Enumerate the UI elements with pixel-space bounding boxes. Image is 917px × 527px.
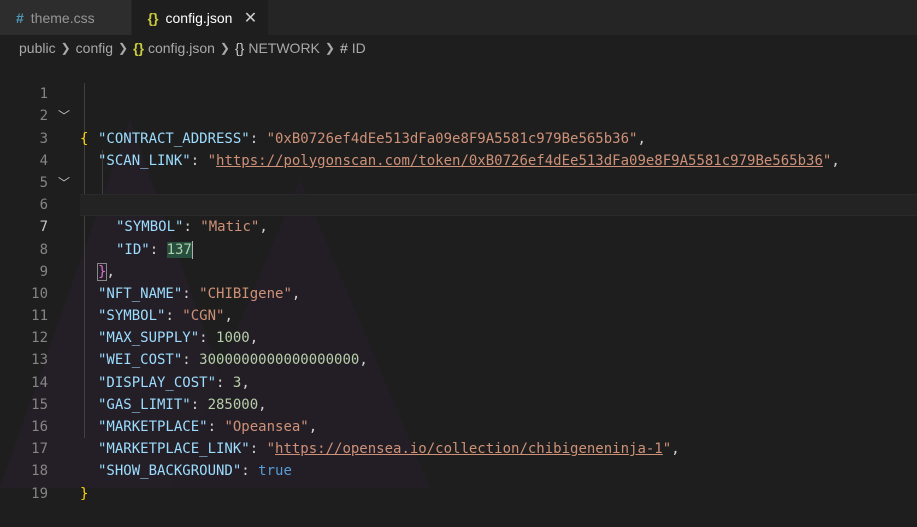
tab-bar: # theme.css {} config.json ✕ [0, 0, 917, 35]
css-file-icon: # [16, 9, 24, 26]
breadcrumb: public ❯ config ❯ {} config.json ❯ {} NE… [0, 35, 917, 61]
tab-config-json[interactable]: {} config.json ✕ [131, 0, 270, 35]
chevron-right-icon: ❯ [324, 41, 335, 55]
code-line[interactable]: 6 "SYMBOL": "Matic", [0, 172, 917, 235]
breadcrumb-item-config[interactable]: config [76, 40, 113, 56]
breadcrumb-item-id[interactable]: ID [352, 40, 366, 56]
code-line[interactable]: 16 "MARKETPLACE_LINK": "https://opensea.… [0, 394, 917, 457]
number-icon: # [339, 40, 348, 56]
tab-label: config.json [165, 9, 233, 26]
code-line[interactable]: 1 ﹀ { [0, 61, 917, 146]
chevron-right-icon: ❯ [60, 41, 71, 55]
code-line[interactable]: 13 "DISPLAY_COST": 3, [0, 327, 917, 390]
code-line[interactable]: 15 "MARKETPLACE": "Opeansea", [0, 372, 917, 435]
breadcrumb-item-config-json[interactable]: config.json [148, 40, 215, 56]
code-line[interactable]: 19 [0, 460, 917, 502]
code-line[interactable]: 10 "SYMBOL": "CGN", [0, 261, 917, 324]
tab-label: theme.css [30, 9, 95, 26]
tab-theme-css[interactable]: # theme.css [0, 0, 132, 35]
code-line[interactable]: 8 }, [0, 216, 917, 281]
breadcrumb-item-network[interactable]: NETWORK [248, 40, 320, 56]
code-line[interactable]: 4 ﹀ "NETWORK": { [0, 128, 917, 215]
code-line[interactable]: 9 "NFT_NAME": "CHIBIgene", [0, 239, 917, 302]
json-file-icon: {} [147, 9, 159, 26]
code-line[interactable]: 5 "NAME": "Polygon", [0, 150, 917, 213]
close-icon[interactable]: ✕ [242, 8, 258, 28]
code-line[interactable]: 18 } [0, 438, 917, 501]
object-icon: {} [234, 40, 245, 56]
chevron-right-icon: ❯ [118, 41, 129, 55]
breadcrumb-item-public[interactable]: public [19, 40, 56, 56]
code-line[interactable]: 17 "SHOW_BACKGROUND": true [0, 416, 917, 479]
code-line[interactable]: 11 "MAX_SUPPLY": 1000, [0, 283, 917, 346]
code-line[interactable]: 14 "GAS_LIMIT": 285000, [0, 349, 917, 413]
code-line[interactable]: 12 "WEI_COST": 3000000000000000000, [0, 305, 917, 368]
json-file-icon: {} [133, 40, 144, 56]
code-line[interactable]: 3 "SCAN_LINK": "https://polygonscan.com/… [0, 105, 917, 169]
line-number: 19 [31, 485, 48, 502]
code-editor[interactable]: 1 ﹀ { 2 "CONTRACT_ADDRESS": "0xB0726ef4d… [0, 61, 917, 502]
chevron-right-icon: ❯ [219, 41, 230, 55]
code-line[interactable]: 2 "CONTRACT_ADDRESS": "0xB0726ef4dEe513d… [0, 83, 917, 146]
code-line-current[interactable]: 7 "ID": 137 [0, 194, 917, 259]
